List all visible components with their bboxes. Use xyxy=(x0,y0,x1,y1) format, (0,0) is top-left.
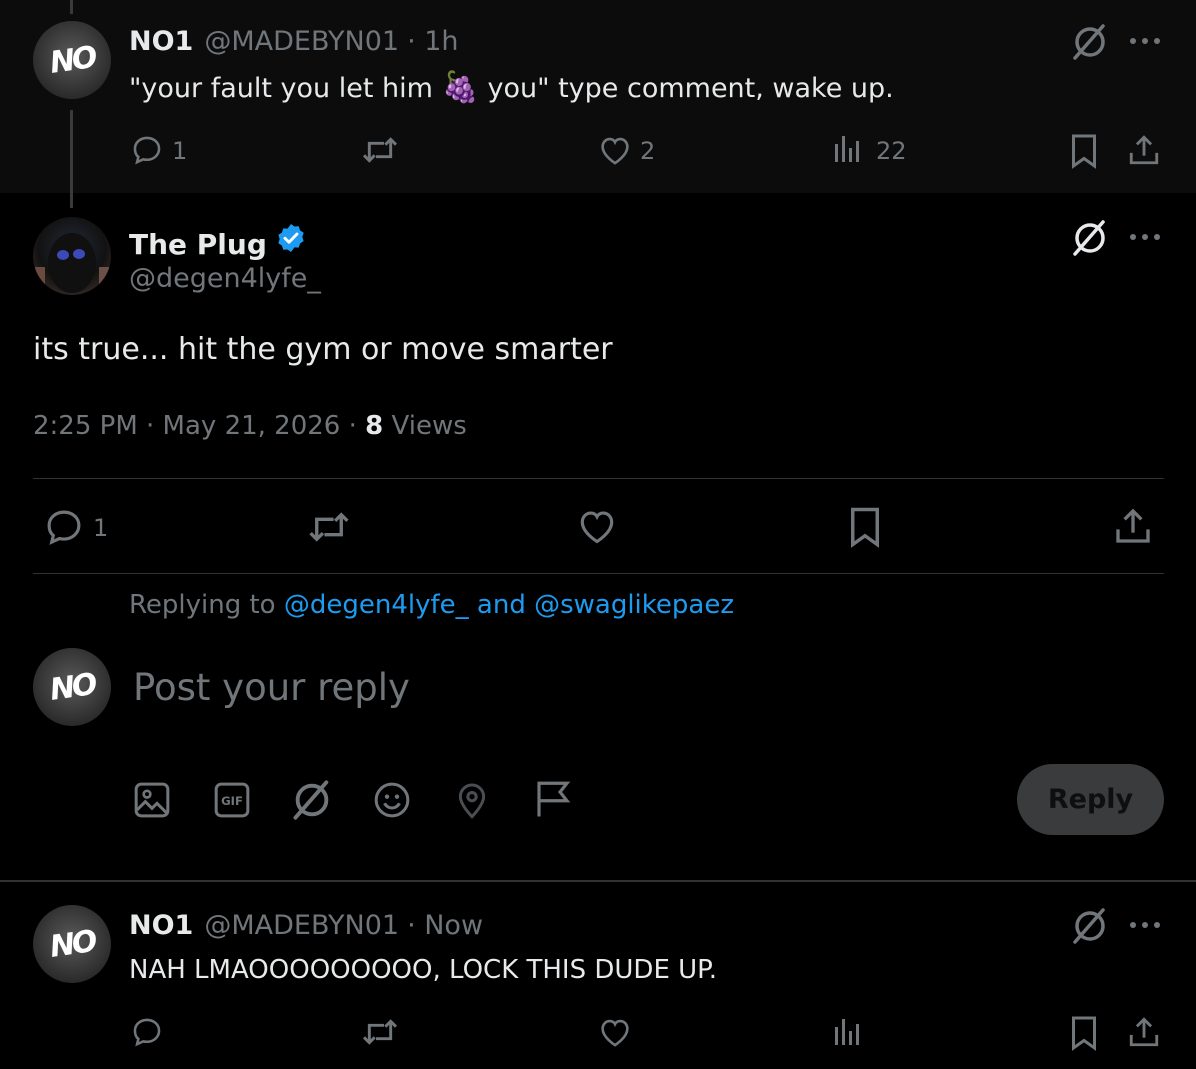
post-text: its true... hit the gym or move smarter xyxy=(33,332,613,367)
grok-icon[interactable] xyxy=(1071,906,1109,946)
divider xyxy=(33,478,1164,479)
handle[interactable]: @MADEBYN01 xyxy=(204,26,399,57)
post-header: NO1 @MADEBYN01 · Now xyxy=(129,910,483,941)
avatar-image xyxy=(35,233,109,293)
verified-badge-icon[interactable] xyxy=(275,222,307,254)
thread-line-top xyxy=(70,0,73,14)
views-icon[interactable] xyxy=(833,1017,863,1049)
repost-icon[interactable] xyxy=(360,1016,400,1048)
avatar[interactable]: NO xyxy=(33,648,111,726)
reply-icon[interactable] xyxy=(130,1015,164,1049)
post-header: NO1 @MADEBYN01 · 1h xyxy=(129,26,459,57)
like-icon[interactable] xyxy=(597,134,633,166)
share-icon[interactable] xyxy=(1127,133,1161,167)
grok-icon[interactable] xyxy=(291,777,333,823)
emoji-icon[interactable] xyxy=(372,780,412,820)
views-count: 22 xyxy=(876,137,907,165)
divider xyxy=(33,573,1164,574)
grok-icon[interactable] xyxy=(1071,218,1109,258)
replying-to-mentions[interactable]: @degen4lyfe_ and @swaglikepaez xyxy=(284,590,734,620)
gif-icon[interactable]: GIF xyxy=(212,780,252,820)
like-icon[interactable] xyxy=(576,507,618,545)
post-time[interactable]: · 1h xyxy=(407,26,458,57)
reply-input[interactable]: Post your reply xyxy=(133,666,410,709)
avatar[interactable]: NO xyxy=(33,21,111,99)
flag-icon[interactable] xyxy=(532,778,574,820)
more-icon[interactable] xyxy=(1129,233,1161,241)
post-handle-line: @degen4lyfe_ xyxy=(129,263,321,294)
reply-count: 1 xyxy=(93,514,109,542)
post-timestamp[interactable]: 2:25 PM · May 21, 2026 · xyxy=(33,411,365,441)
replying-to-label: Replying to xyxy=(129,590,284,620)
post-text-start: "your fault you let him xyxy=(129,73,442,104)
views-icon[interactable] xyxy=(833,134,863,166)
bookmark-icon[interactable] xyxy=(1069,133,1099,169)
display-name[interactable]: The Plug xyxy=(129,228,267,261)
handle[interactable]: @degen4lyfe_ xyxy=(129,263,321,294)
reply-icon[interactable] xyxy=(42,506,86,548)
thread-line xyxy=(70,110,73,208)
svg-text:GIF: GIF xyxy=(221,794,243,808)
post-text-end: you" type comment, wake up. xyxy=(478,73,894,104)
like-icon[interactable] xyxy=(597,1016,633,1048)
more-icon[interactable] xyxy=(1129,921,1161,929)
reply-button[interactable]: Reply xyxy=(1017,764,1164,835)
like-count: 2 xyxy=(640,137,656,165)
post-text: "your fault you let him 🍇 you" type comm… xyxy=(129,70,894,105)
views-label: Views xyxy=(383,411,467,441)
conversation-page: NO NO1 @MADEBYN01 · 1h "your fault you l… xyxy=(0,0,1196,1069)
avatar[interactable]: NO xyxy=(33,905,111,983)
avatar-logo: NO xyxy=(47,39,97,81)
bookmark-icon[interactable] xyxy=(1069,1015,1099,1051)
more-icon[interactable] xyxy=(1129,37,1161,45)
share-icon[interactable] xyxy=(1127,1015,1161,1049)
repost-icon[interactable] xyxy=(306,508,352,546)
location-icon[interactable] xyxy=(452,779,492,821)
post-meta: 2:25 PM · May 21, 2026 · 8 Views xyxy=(33,411,467,441)
post-time[interactable]: · Now xyxy=(407,910,483,941)
image-icon[interactable] xyxy=(132,780,172,820)
repost-icon[interactable] xyxy=(360,134,400,166)
replying-to: Replying to @degen4lyfe_ and @swaglikepa… xyxy=(129,590,734,620)
display-name[interactable]: NO1 xyxy=(129,910,193,941)
reply-icon[interactable] xyxy=(130,133,164,167)
post-header: The Plug xyxy=(129,222,307,261)
grapes-emoji: 🍇 xyxy=(441,70,479,105)
views-count: 8 xyxy=(365,411,384,441)
display-name[interactable]: NO1 xyxy=(129,26,193,57)
handle[interactable]: @MADEBYN01 xyxy=(204,910,399,941)
avatar[interactable] xyxy=(33,217,111,295)
post-text: NAH LMAOOOOOOOOO, LOCK THIS DUDE UP. xyxy=(129,955,718,985)
avatar-logo: NO xyxy=(47,666,97,708)
avatar-logo: NO xyxy=(47,923,97,965)
parent-post[interactable]: NO NO1 @MADEBYN01 · 1h "your fault you l… xyxy=(0,0,1196,208)
bookmark-icon[interactable] xyxy=(847,506,883,548)
divider xyxy=(0,880,1196,882)
reply-count: 1 xyxy=(172,137,188,165)
grok-icon[interactable] xyxy=(1071,22,1109,62)
share-icon[interactable] xyxy=(1113,506,1153,546)
